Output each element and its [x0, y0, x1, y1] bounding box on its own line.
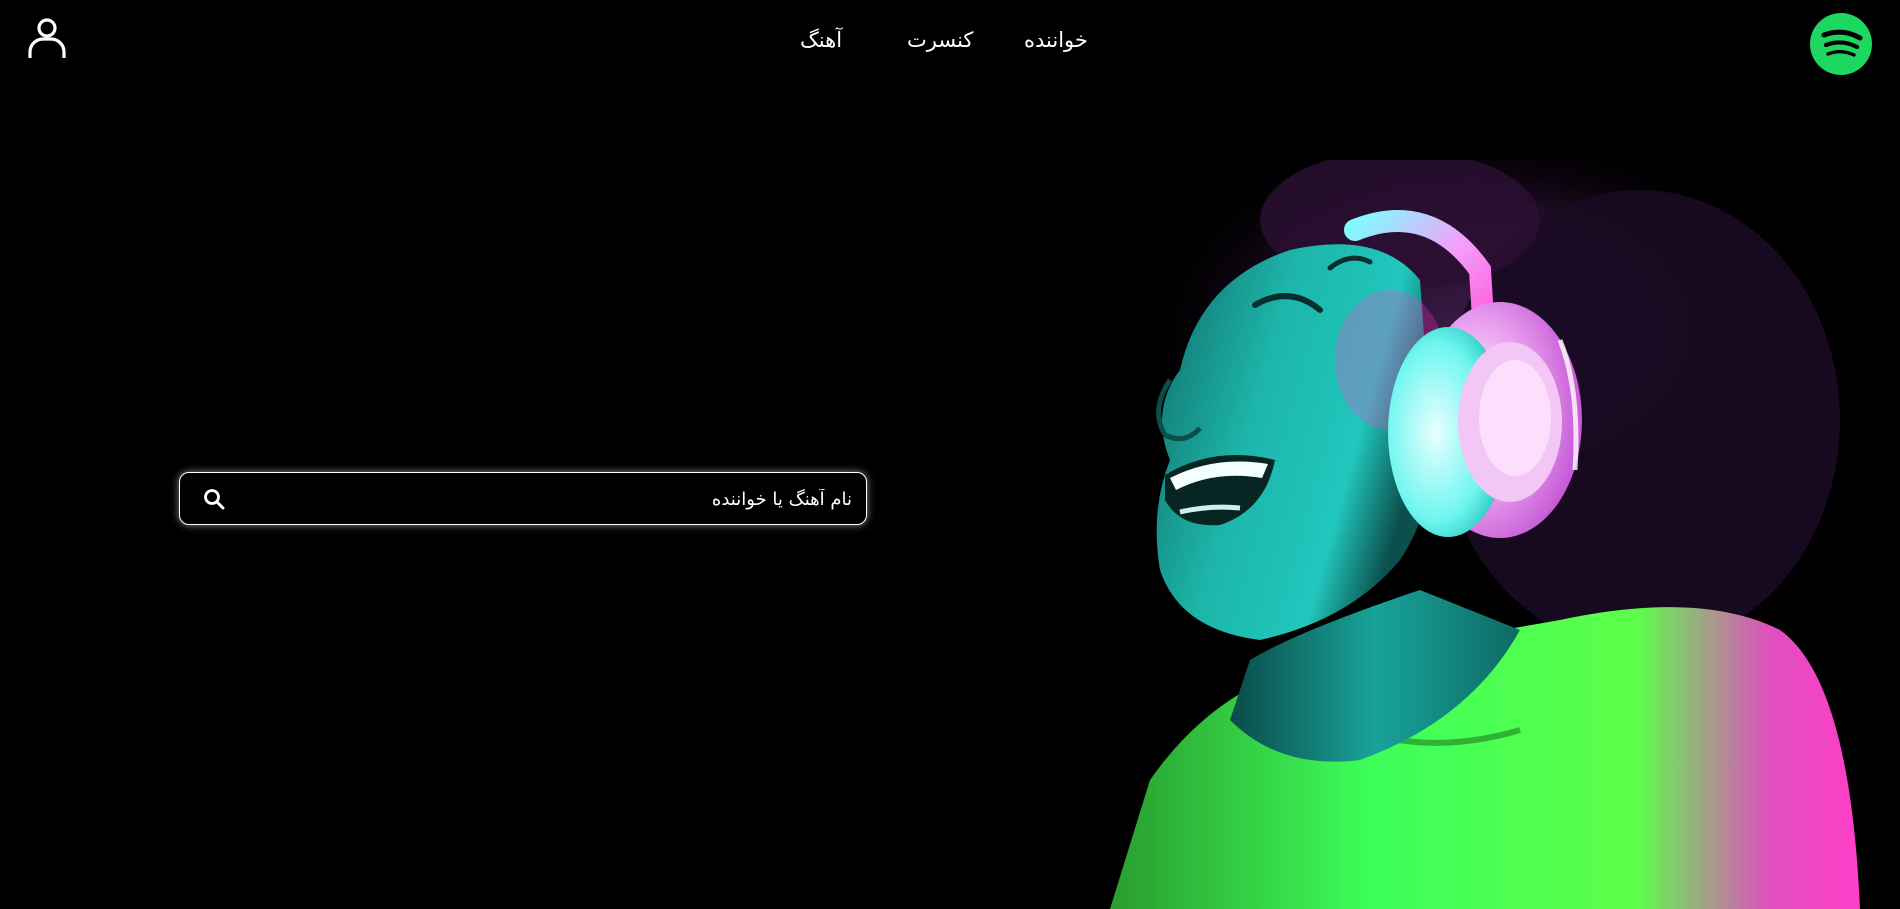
- spotify-logo-icon: [1821, 29, 1863, 57]
- search-icon[interactable]: [202, 487, 226, 511]
- hero-image: [1110, 160, 1860, 909]
- main-nav: آهنگ کنسرت خواننده: [0, 28, 1900, 58]
- page: آهنگ کنسرت خواننده: [0, 0, 1900, 909]
- nav-item-song[interactable]: آهنگ: [800, 28, 842, 52]
- search-box: [179, 472, 867, 526]
- search-input[interactable]: [250, 473, 854, 526]
- spotify-logo[interactable]: [1810, 13, 1872, 75]
- nav-item-singer[interactable]: خواننده: [1024, 28, 1088, 52]
- nav-item-concert[interactable]: کنسرت: [907, 28, 973, 52]
